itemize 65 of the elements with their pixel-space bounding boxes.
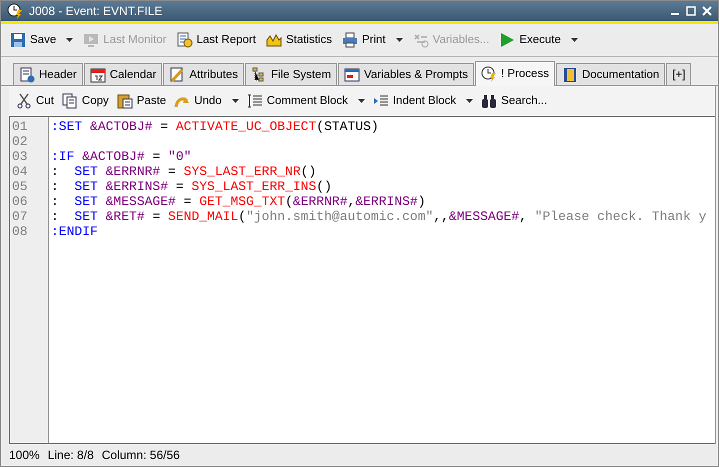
column-position: Column: 56/56 <box>102 448 180 462</box>
code-line: :SET &ACTOBJ# = ACTIVATE_UC_OBJECT(STATUS) <box>51 119 380 134</box>
caret-icon <box>232 99 239 103</box>
tab[interactable]: Documentation <box>556 63 666 85</box>
window-title: J008 - Event: EVNT.FILE <box>29 4 164 18</box>
tab[interactable]: [+] <box>666 63 692 85</box>
line-number: 02 <box>11 134 29 149</box>
tab[interactable]: Attributes <box>163 63 244 85</box>
editor-toolbar-button[interactable]: Paste <box>114 91 170 111</box>
chart-icon <box>266 32 282 48</box>
line-number: 05 <box>11 179 29 194</box>
editor-toolbar-button[interactable]: Indent Block <box>370 91 476 111</box>
tab[interactable]: File System <box>244 63 338 85</box>
code-line: :ENDIF <box>51 224 99 239</box>
toolbar-button[interactable]: Print <box>338 30 406 50</box>
printer-icon <box>342 32 358 48</box>
line-position: Line: 8/8 <box>48 448 94 462</box>
monitor-icon <box>83 32 100 48</box>
tab[interactable]: Calendar <box>84 63 162 85</box>
clock-lightning-icon <box>7 3 23 19</box>
editor-toolbar-button[interactable]: Undo <box>171 91 242 111</box>
line-number: 03 <box>11 149 29 164</box>
line-number: 06 <box>11 194 29 209</box>
tab[interactable]: ! Process <box>475 61 555 86</box>
scissors-icon <box>16 93 32 109</box>
caret-icon <box>396 38 403 42</box>
close-icon[interactable] <box>702 6 712 16</box>
calendar-icon <box>90 66 106 82</box>
caret-icon <box>66 38 74 42</box>
tab[interactable]: Variables & Prompts <box>338 63 474 85</box>
line-number: 07 <box>11 209 29 224</box>
toolbar-button[interactable]: Save <box>7 30 76 50</box>
clipboard-icon <box>116 93 133 109</box>
binoculars-icon <box>481 93 498 109</box>
toolbar-button[interactable]: Last Report <box>174 30 259 50</box>
comment-block-icon <box>246 93 263 109</box>
zoom-level: 100% <box>9 448 40 462</box>
caret-icon <box>358 99 365 103</box>
tab[interactable]: Header <box>13 63 83 85</box>
window-icon <box>344 66 360 82</box>
editor-toolbar-button[interactable]: Search... <box>478 91 550 111</box>
toolbar-button[interactable]: Execute <box>496 30 581 50</box>
line-number: 04 <box>11 164 29 179</box>
code-line: :IF &ACTOBJ# = "0" <box>51 149 192 164</box>
editor-toolbar-button[interactable]: Comment Block <box>244 91 368 111</box>
copy-icon <box>62 93 78 109</box>
line-number: 01 <box>11 119 29 134</box>
variables-icon <box>412 32 429 48</box>
report-clock-icon <box>176 32 192 48</box>
code-line: : SET &ERRINS# = SYS_LAST_ERR_INS() <box>51 179 333 194</box>
editor-toolbar-button[interactable]: Cut <box>13 91 57 111</box>
caret-icon <box>570 38 578 42</box>
code-line: : SET &ERRNR# = SYS_LAST_ERR_NR() <box>51 164 318 179</box>
document-info-icon <box>19 66 35 82</box>
caret-icon <box>466 99 474 103</box>
line-number: 08 <box>11 224 29 239</box>
code-line: : SET &RET# = SEND_MAIL("john.smith@automic.com",,&MESSAGE#, "Please check. Thank y <box>51 209 708 224</box>
editor-toolbar-button[interactable]: Copy <box>58 91 112 111</box>
maximize-icon[interactable] <box>686 6 696 16</box>
play-icon <box>499 32 516 48</box>
book-icon <box>562 66 578 82</box>
code-line: : SET &MESSAGE# = GET_MSG_TXT(&ERRNR#,&ERRINS#) <box>51 194 427 209</box>
clock-lightning-icon <box>481 66 498 82</box>
pencil-icon <box>169 66 186 82</box>
toolbar-button[interactable]: Statistics <box>262 30 335 50</box>
